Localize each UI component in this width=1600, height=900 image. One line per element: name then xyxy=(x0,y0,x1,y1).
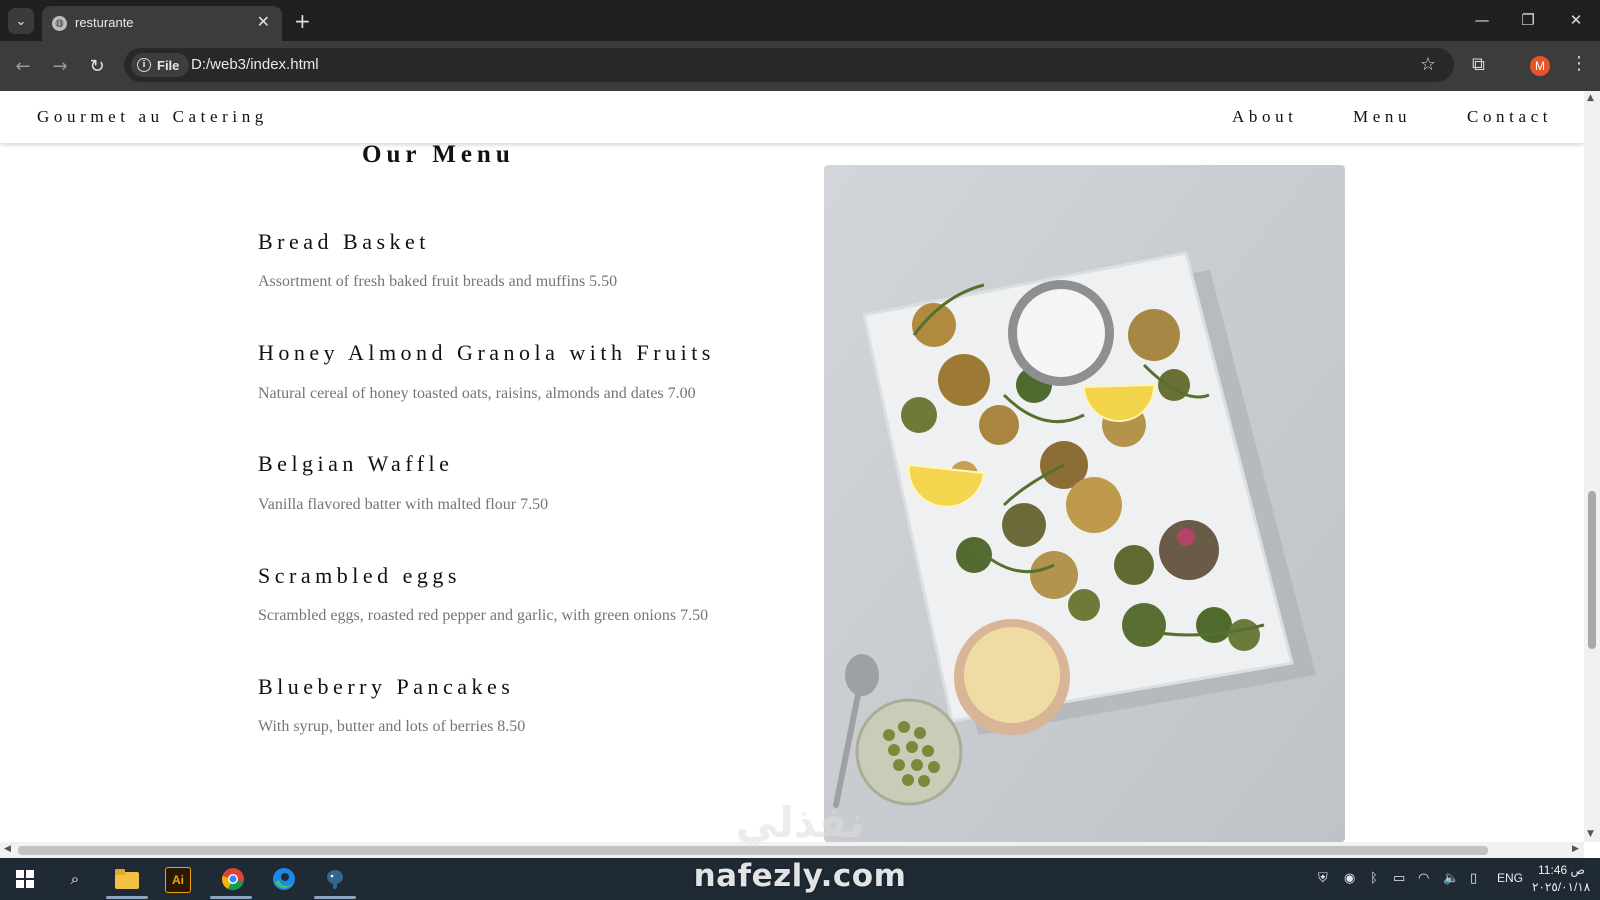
language-indicator[interactable]: ENG xyxy=(1497,871,1523,885)
site-navbar: Gourmet au Catering About Menu Contact xyxy=(0,91,1584,143)
search-icon[interactable]: ⌕ xyxy=(61,865,89,893)
windows-taskbar: ⌕ Ai ⛨ ◉ ᛒ ▭ ◠ 🔈 ▯ ENG 11:46 ص ٢٠٢٥/٠١/١… xyxy=(0,858,1600,900)
elephant-icon xyxy=(327,870,343,889)
menu-item-description: Natural cereal of honey toasted oats, ra… xyxy=(258,385,696,402)
illustrator-icon[interactable]: Ai xyxy=(165,867,191,893)
wifi-icon[interactable]: ◠ xyxy=(1418,871,1429,886)
scroll-down-arrow-icon[interactable]: ▼ xyxy=(1587,829,1594,839)
menu-item-name: Scrambled eggs xyxy=(258,563,461,588)
edge-icon[interactable] xyxy=(270,865,298,893)
bluetooth-icon[interactable]: ᛒ xyxy=(1370,871,1378,886)
scroll-up-arrow-icon[interactable]: ▲ xyxy=(1587,93,1594,103)
scroll-right-arrow-icon[interactable]: ▶ xyxy=(1572,844,1579,854)
folder-icon xyxy=(115,869,139,889)
chrome-icon[interactable] xyxy=(219,865,247,893)
nav-link-contact[interactable]: Contact xyxy=(1467,107,1552,127)
menu-item-description: Vanilla flavored batter with malted flou… xyxy=(258,496,549,513)
forward-button[interactable]: → xyxy=(47,53,73,79)
close-window-button[interactable]: ✕ xyxy=(1556,6,1596,34)
address-bar[interactable]: i File D:/web3/index.html ☆ xyxy=(124,48,1454,82)
horizontal-scroll-thumb[interactable] xyxy=(18,846,1488,855)
defender-shield-icon[interactable]: ⛨ xyxy=(1318,871,1328,886)
menu-item-name: Belgian Waffle xyxy=(258,451,454,476)
menu-item-description: Assortment of fresh baked fruit breads a… xyxy=(258,273,618,290)
more-menu-icon[interactable]: ⋮ xyxy=(1570,53,1588,74)
back-button[interactable]: ← xyxy=(10,53,36,79)
nav-link-about[interactable]: About xyxy=(1232,107,1298,127)
vertical-scroll-thumb[interactable] xyxy=(1588,491,1596,649)
site-brand[interactable]: Gourmet au Catering xyxy=(37,107,268,127)
globe-icon: ◍ xyxy=(52,16,67,31)
menu-item-name: Bread Basket xyxy=(258,229,430,254)
profile-avatar[interactable]: M xyxy=(1530,56,1550,76)
grammarly-icon[interactable]: ◉ xyxy=(1344,871,1355,886)
chrome-logo-icon xyxy=(222,868,244,891)
new-tab-button[interactable]: + xyxy=(294,9,311,33)
menu-item-name: Blueberry Pancakes xyxy=(258,674,515,699)
url-scheme-label: File xyxy=(157,57,180,73)
info-icon: i xyxy=(137,58,151,72)
active-app-indicator xyxy=(314,896,356,899)
mayonnaise xyxy=(964,627,1060,723)
page-viewport: Gourmet au Catering About Menu Contact O… xyxy=(0,91,1584,842)
edge-logo-icon xyxy=(273,868,295,890)
clock-date[interactable]: ٢٠٢٥/٠١/١٨ xyxy=(1532,880,1590,894)
active-app-indicator xyxy=(106,896,148,899)
reload-button[interactable]: ↻ xyxy=(84,53,110,79)
url-text[interactable]: D:/web3/index.html xyxy=(191,56,319,73)
battery-icon[interactable]: ▭ xyxy=(1393,871,1405,886)
file-explorer-icon[interactable] xyxy=(113,865,141,893)
food-photo xyxy=(824,165,1345,842)
salt-flakes xyxy=(1017,289,1105,377)
active-app-indicator xyxy=(210,896,252,899)
site-info-chip[interactable]: i File xyxy=(131,53,190,77)
nav-link-menu[interactable]: Menu xyxy=(1353,107,1411,127)
bookmark-star-icon[interactable]: ☆ xyxy=(1420,54,1436,75)
browser-toolbar: ← → ↻ i File D:/web3/index.html ☆ ⧉ M ⋮ xyxy=(0,41,1600,91)
restore-button[interactable]: ❐ xyxy=(1508,6,1548,34)
browser-tab-strip: ⌄ ◍ resturante ✕ + — ❐ ✕ xyxy=(0,0,1600,41)
tab-search-button[interactable]: ⌄ xyxy=(8,8,34,34)
menu-item-description: Scrambled eggs, roasted red pepper and g… xyxy=(258,607,709,624)
spoon-bowl xyxy=(845,654,879,696)
horizontal-scrollbar[interactable]: ◀ ▶ xyxy=(0,842,1584,858)
menu-item-name: Honey Almond Granola with Fruits xyxy=(258,340,715,365)
windows-logo-icon xyxy=(16,870,34,888)
windows-start-icon[interactable] xyxy=(11,865,39,893)
volume-icon[interactable]: 🔈 xyxy=(1443,871,1459,886)
vertical-scrollbar[interactable]: ▲ ▼ xyxy=(1584,91,1600,842)
browser-tab[interactable]: ◍ resturante ✕ xyxy=(42,6,282,41)
arrow-left-icon: ← xyxy=(15,55,31,77)
tab-close-button[interactable]: ✕ xyxy=(257,12,270,31)
chevron-down-icon: ⌄ xyxy=(15,13,27,29)
menu-heading: Our Menu xyxy=(362,141,515,168)
clock-time[interactable]: 11:46 ص xyxy=(1538,863,1585,877)
minimize-button[interactable]: — xyxy=(1462,6,1502,34)
reload-icon: ↻ xyxy=(89,55,105,77)
menu-item-description: With syrup, butter and lots of berries 8… xyxy=(258,718,526,735)
extensions-puzzle-icon[interactable]: ⧉ xyxy=(1472,54,1485,75)
arrow-right-icon: → xyxy=(52,55,68,77)
postgresql-icon[interactable] xyxy=(321,865,349,893)
tab-title: resturante xyxy=(75,15,134,30)
scroll-left-arrow-icon[interactable]: ◀ xyxy=(4,844,11,854)
microphone-icon[interactable]: ▯ xyxy=(1470,871,1477,886)
